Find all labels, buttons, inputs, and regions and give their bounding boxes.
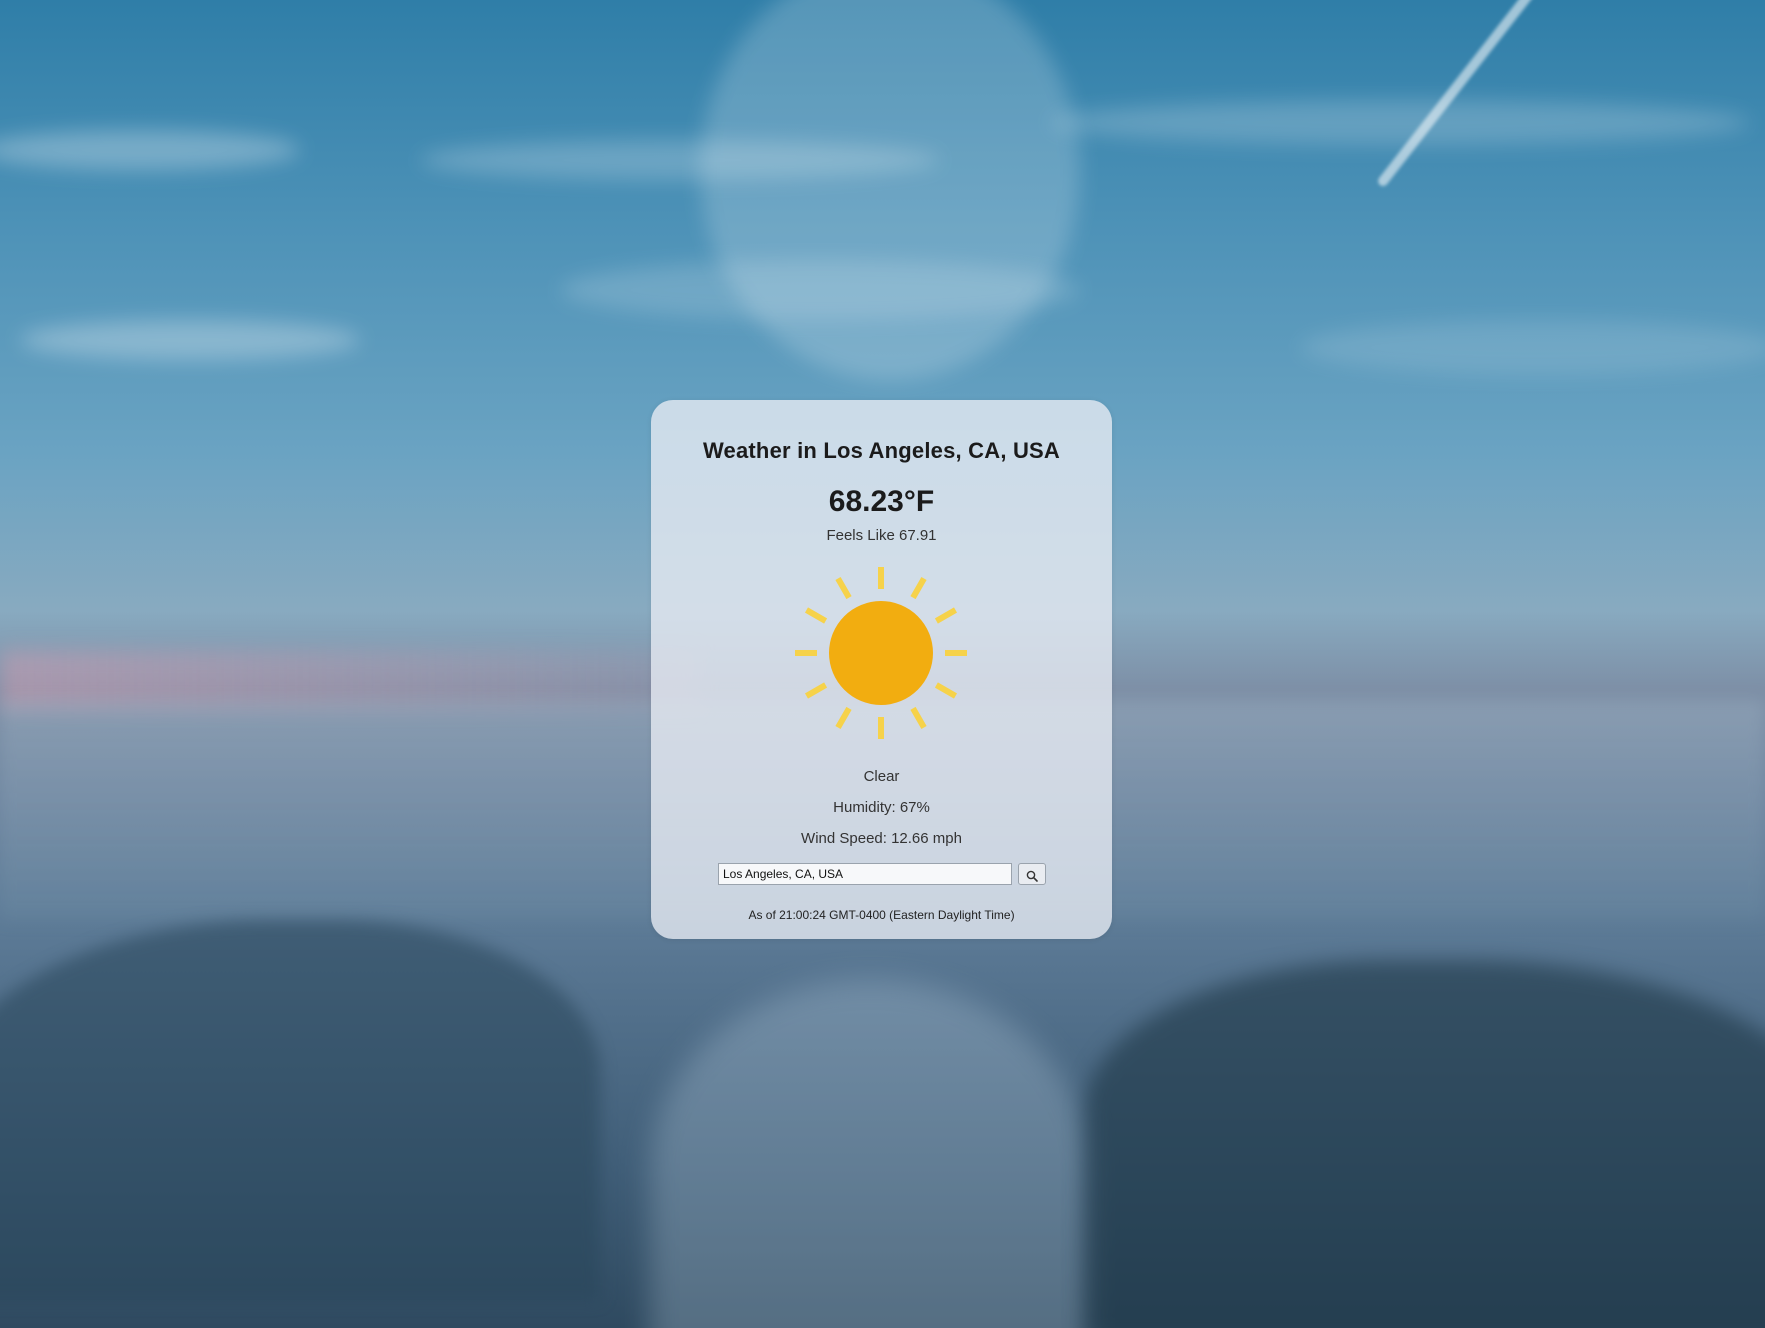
- sun-icon: [791, 563, 971, 743]
- search-input[interactable]: [718, 863, 1012, 885]
- humidity: Humidity: 67%: [833, 799, 930, 816]
- weather-description: Clear: [863, 768, 900, 785]
- search-button[interactable]: [1018, 863, 1046, 885]
- wind-speed: Wind Speed: 12.66 mph: [801, 830, 962, 847]
- last-updated: As of 21:00:24 GMT-0400 (Eastern Dayligh…: [748, 908, 1015, 922]
- feels-like: Feels Like 67.91: [826, 527, 937, 544]
- weather-title: Weather in Los Angeles, CA, USA: [702, 438, 1061, 463]
- search-bar: [718, 863, 1048, 887]
- temperature: 68.23°F: [828, 485, 935, 518]
- weather-card: Weather in Los Angeles, CA, USA 68.23°F …: [651, 400, 1112, 939]
- search-icon: [1026, 870, 1038, 882]
